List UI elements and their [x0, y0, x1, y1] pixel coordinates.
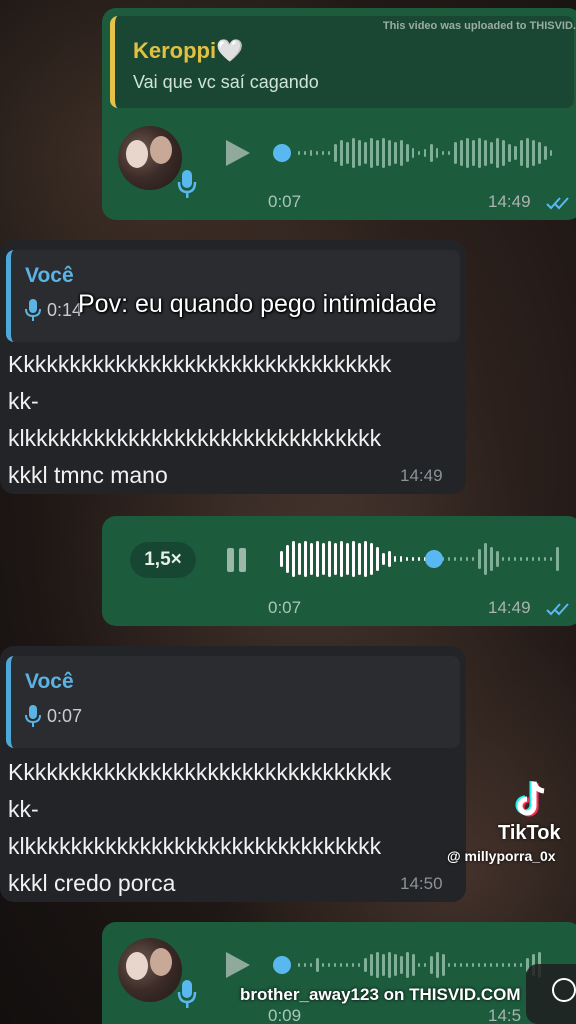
read-ticks-icon — [546, 603, 569, 616]
message-text: Kkkkkkkkkkkkkkkkkkkkkkkkkkkkkkkkk kk- kl… — [8, 754, 391, 902]
tiktok-username: @ millyporra_0x — [447, 848, 556, 864]
tiktok-logo-icon — [515, 781, 545, 817]
message-line: klkkkkkkkkkkkkkkkkkkkkkkkkkkkkkkk — [8, 425, 382, 451]
message-line: kkkl credo porca — [8, 870, 176, 896]
message-time: 14:50 — [400, 874, 443, 893]
avatar — [118, 126, 182, 190]
message-line: kk- — [8, 796, 39, 822]
tiktok-brand: TikTok — [498, 822, 561, 844]
message-line: Kkkkkkkkkkkkkkkkkkkkkkkkkkkkkkkkk — [8, 351, 392, 377]
quoted-duration: 0:07 — [47, 706, 83, 726]
message-text: Kkkkkkkkkkkkkkkkkkkkkkkkkkkkkkkkk kk- kl… — [8, 346, 391, 494]
voice-message-bubble-3[interactable]: 1,5× 0:07 14:49 — [102, 516, 576, 626]
message-line: Kkkkkkkkkkkkkkkkkkkkkkkkkkkkkkkkk — [8, 759, 392, 785]
message-line: kk- — [8, 388, 39, 414]
mic-icon — [177, 980, 197, 1008]
watermark-top: This video was uploaded to THISVID. — [382, 20, 576, 32]
quoted-sender-name: Keroppi🤍 — [133, 38, 244, 63]
mic-icon — [177, 170, 197, 198]
play-icon[interactable] — [224, 950, 252, 980]
quoted-duration: 0:14 — [47, 300, 83, 320]
corner-overlay-button[interactable] — [526, 964, 576, 1024]
message-time: 14:49 — [400, 466, 443, 485]
voice-message-bubble-1[interactable]: Keroppi🤍 Vai que vc saí cagando This vid… — [102, 8, 576, 220]
quoted-sender-name: Você — [25, 670, 74, 693]
watermark-bottom: brother_away123 on THISVID.COM — [240, 985, 521, 1004]
play-icon[interactable] — [224, 138, 252, 168]
text-message-bubble-2[interactable]: Você 0:14 Kkkkkkkkkkkkkkkkkkkkkkkkkkkkkk… — [0, 240, 466, 494]
message-time: 14:49 — [488, 598, 531, 617]
circle-icon — [552, 978, 576, 1002]
message-time: 14:49 — [488, 192, 531, 211]
text-message-bubble-4[interactable]: Você 0:07 Kkkkkkkkkkkkkkkkkkkkkkkkkkkkkk… — [0, 646, 466, 902]
voice-duration: 0:07 — [268, 192, 302, 211]
quoted-text: Vai que vc saí cagando — [133, 72, 319, 92]
audio-waveform[interactable] — [270, 944, 570, 986]
voice-duration: 0:07 — [268, 598, 302, 617]
voice-message-bubble-5[interactable]: 0:09 14:5 — [102, 922, 576, 1024]
playback-speed-button[interactable]: 1,5× — [130, 542, 196, 578]
pause-icon[interactable] — [224, 546, 250, 574]
message-line: klkkkkkkkkkkkkkkkkkkkkkkkkkkkkkkk — [8, 833, 382, 859]
voice-duration: 0:09 — [268, 1006, 302, 1024]
quoted-sender-name: Você — [25, 264, 74, 287]
audio-waveform[interactable] — [278, 537, 568, 581]
message-line: kkkl tmnc mano — [8, 462, 168, 488]
mic-icon — [25, 705, 41, 727]
avatar — [118, 938, 182, 1002]
message-time: 14:5 — [488, 1006, 522, 1024]
read-ticks-icon — [546, 197, 569, 210]
mic-icon — [25, 299, 41, 321]
audio-waveform[interactable] — [270, 132, 570, 174]
quoted-message[interactable]: Você 0:07 — [6, 656, 460, 748]
video-caption-overlay: Pov: eu quando pego intimidade — [78, 290, 437, 318]
